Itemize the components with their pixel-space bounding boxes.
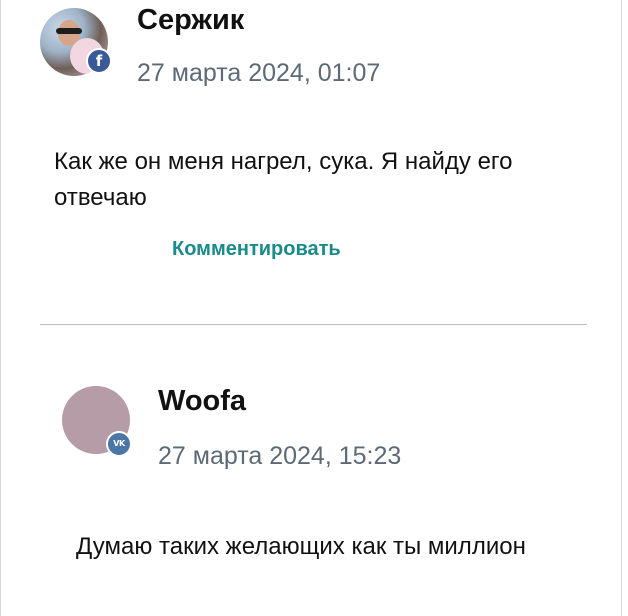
comment-item: f Сержик 27 марта 2024, 01:07 Как же он … (0, 0, 628, 300)
comment-text: Как же он меня нагрел, сука. Я найду его… (54, 148, 513, 211)
comment-date: 27 марта 2024, 01:07 (137, 59, 381, 87)
comment-author[interactable]: Woofa (158, 385, 246, 418)
vk-icon: VK (106, 431, 132, 457)
comment-divider (40, 324, 587, 325)
comment-text: Думаю таких желающих как ты миллион (76, 533, 526, 560)
comment-item: VK Woofa 27 марта 2024, 15:23 Думаю таки… (0, 340, 628, 616)
comment-author[interactable]: Сержик (137, 4, 244, 37)
comment-button[interactable]: Комментировать (172, 238, 341, 261)
avatar-sunglasses (56, 28, 82, 34)
comment-date: 27 марта 2024, 15:23 (158, 442, 402, 470)
facebook-icon: f (86, 48, 112, 74)
